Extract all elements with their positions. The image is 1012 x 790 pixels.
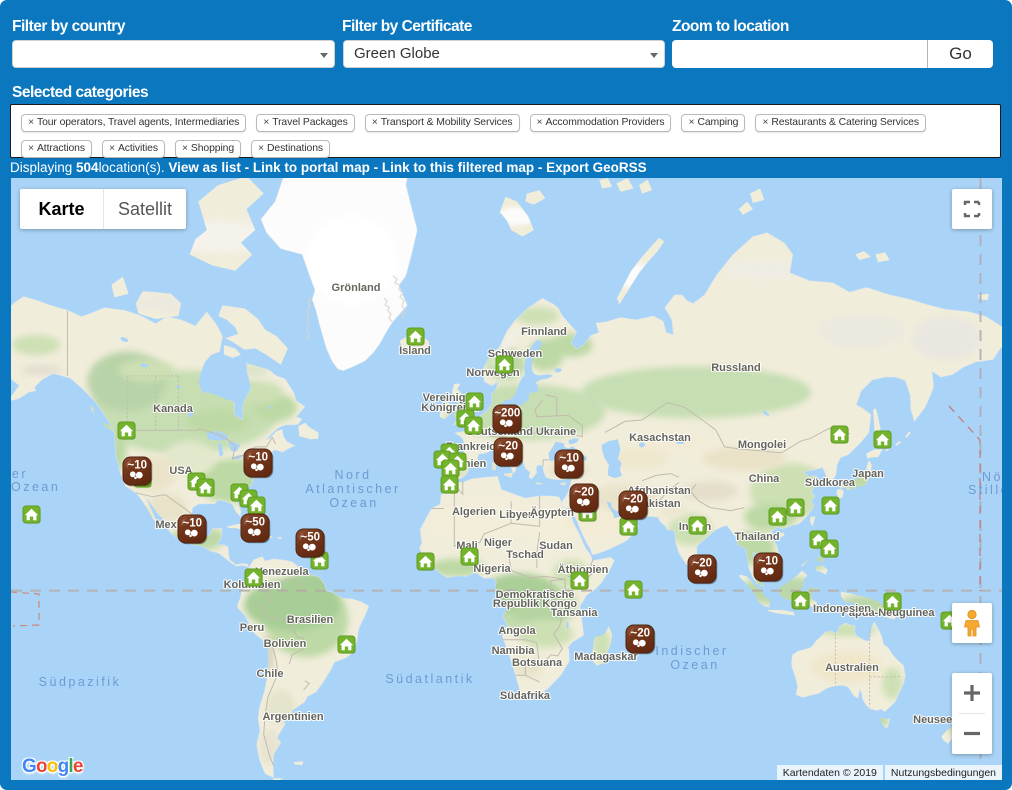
svg-text:Finnland: Finnland	[521, 326, 567, 338]
svg-text:Ozean: Ozean	[11, 480, 60, 494]
svg-text:Venezuela: Venezuela	[255, 566, 309, 578]
svg-text:Kanada: Kanada	[153, 403, 194, 415]
svg-text:Angola: Angola	[498, 625, 536, 637]
svg-text:Südkorea: Südkorea	[805, 477, 856, 489]
svg-text:Japan: Japan	[852, 468, 884, 480]
svg-text:Nord: Nord	[334, 468, 371, 482]
svg-text:~10: ~10	[759, 556, 779, 568]
svg-text:Kasachstan: Kasachstan	[629, 432, 691, 444]
svg-text:Tschad: Tschad	[506, 549, 544, 561]
svg-text:her: her	[11, 467, 28, 481]
svg-text:Südatlantik: Südatlantik	[385, 672, 474, 686]
svg-text:~50: ~50	[246, 517, 266, 529]
svg-text:Argentinien: Argentinien	[262, 711, 323, 723]
svg-text:Südpazifik: Südpazifik	[39, 675, 122, 689]
svg-text:~20: ~20	[575, 487, 595, 499]
svg-text:Namibia: Namibia	[492, 645, 536, 657]
svg-text:Indischer: Indischer	[655, 644, 728, 658]
svg-text:~20: ~20	[693, 558, 713, 570]
svg-text:~10: ~10	[128, 460, 148, 472]
svg-text:China: China	[749, 473, 780, 485]
svg-text:Tansania: Tansania	[551, 607, 599, 619]
svg-text:Brasilien: Brasilien	[287, 614, 334, 626]
svg-text:~50: ~50	[301, 532, 321, 544]
svg-text:Stiller Ozean: Stiller Ozean	[968, 483, 1002, 497]
svg-text:~20: ~20	[624, 494, 644, 506]
svg-text:~20: ~20	[499, 441, 519, 453]
svg-text:Ukraine: Ukraine	[536, 426, 576, 438]
svg-text:~10: ~10	[183, 518, 203, 530]
svg-text:Ozean: Ozean	[670, 658, 719, 672]
svg-text:Algerien: Algerien	[452, 506, 496, 518]
svg-text:Indonesien: Indonesien	[813, 603, 871, 615]
svg-text:Ozean: Ozean	[329, 496, 378, 510]
svg-text:Sudan: Sudan	[539, 540, 573, 552]
svg-text:Botsuana: Botsuana	[512, 657, 563, 669]
svg-text:Grönland: Grönland	[332, 282, 381, 294]
svg-text:Island: Island	[399, 345, 431, 357]
svg-text:Peru: Peru	[240, 622, 264, 634]
svg-text:Nördlicher: Nördlicher	[982, 470, 1002, 484]
svg-text:Nigeria: Nigeria	[473, 563, 511, 575]
svg-text:Niger: Niger	[484, 537, 513, 549]
svg-text:~10: ~10	[560, 453, 580, 465]
svg-text:Chile: Chile	[257, 668, 284, 680]
svg-text:Bolivien: Bolivien	[264, 638, 307, 650]
svg-text:Mongolei: Mongolei	[738, 439, 786, 451]
svg-text:Madagaskar: Madagaskar	[574, 651, 638, 663]
svg-text:Thailand: Thailand	[734, 531, 779, 543]
svg-text:Australien: Australien	[825, 662, 879, 674]
svg-text:~10: ~10	[249, 452, 269, 464]
svg-text:~20: ~20	[631, 628, 651, 640]
svg-text:~200: ~200	[494, 408, 520, 420]
svg-text:Ägypten: Ägypten	[530, 506, 574, 519]
svg-text:Russland: Russland	[711, 362, 761, 374]
svg-text:Atlantischer: Atlantischer	[305, 482, 400, 496]
svg-text:Südafrika: Südafrika	[500, 690, 551, 702]
